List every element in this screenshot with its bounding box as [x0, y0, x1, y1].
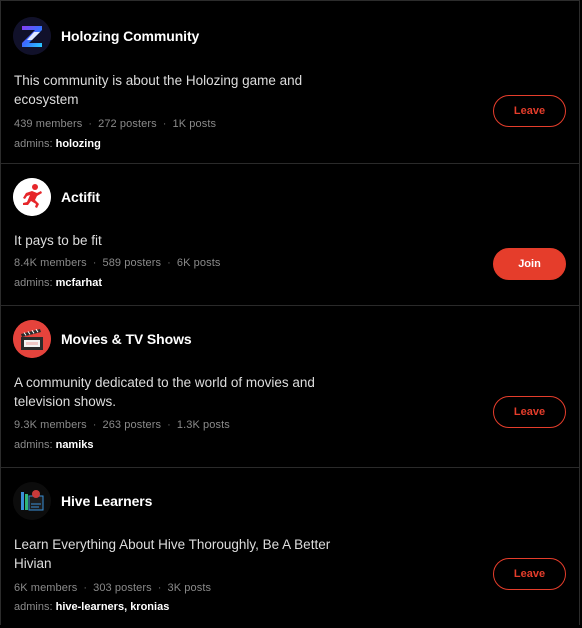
join-button[interactable]: Join: [493, 248, 566, 280]
admins-label: admins:: [14, 277, 53, 289]
community-name[interactable]: Actifit: [61, 189, 100, 205]
community-description: A community dedicated to the world of mo…: [14, 375, 315, 409]
community-name[interactable]: Hive Learners: [61, 493, 152, 509]
community-header[interactable]: Movies & TV Shows: [13, 320, 192, 358]
runner-icon[interactable]: [13, 178, 51, 216]
admin-names[interactable]: mcfarhat: [56, 277, 102, 289]
separator: ·: [92, 419, 97, 431]
books-icon[interactable]: [13, 482, 51, 520]
separator: ·: [157, 582, 162, 594]
admin-names[interactable]: hive-learners, kronias: [56, 601, 170, 613]
community-item-movies-tv: Movies & TV Shows A community dedicated …: [1, 306, 579, 468]
members-count: 9.3K members: [14, 419, 87, 431]
community-admins: admins: mcfarhat: [14, 277, 102, 289]
admin-names[interactable]: namiks: [56, 439, 94, 451]
community-stats: 9.3K members · 263 posters · 1.3K posts: [14, 419, 230, 431]
posts-count: 6K posts: [176, 257, 221, 269]
posters-count: 303 posters: [93, 582, 152, 594]
community-header[interactable]: Actifit: [13, 178, 100, 216]
posters-count: 272 posters: [98, 118, 157, 130]
community-header[interactable]: Holozing Community: [13, 17, 199, 55]
separator: ·: [167, 419, 171, 431]
separator: ·: [83, 582, 88, 594]
community-stats: 8.4K members · 589 posters · 6K posts: [14, 257, 220, 269]
ticket-icon[interactable]: [13, 320, 51, 358]
community-description: This community is about the Holozing gam…: [14, 73, 303, 107]
separator: ·: [92, 257, 97, 269]
community-header[interactable]: Hive Learners: [13, 482, 152, 520]
community-item-holozing: Holozing Community This community is abo…: [1, 1, 579, 164]
admins-label: admins:: [14, 601, 53, 613]
separator: ·: [167, 257, 171, 269]
posts-count: 1.3K posts: [176, 419, 230, 431]
community-item-hive-learners: Hive Learners Learn Everything About Hiv…: [1, 468, 579, 628]
admin-names[interactable]: holozing: [56, 138, 101, 150]
members-count: 8.4K members: [14, 257, 87, 269]
community-name[interactable]: Movies & TV Shows: [61, 331, 192, 347]
members-count: 6K members: [14, 582, 78, 594]
admins-label: admins:: [14, 439, 53, 451]
community-description: Learn Everything About Hive Thoroughly, …: [14, 537, 331, 571]
community-description: It pays to be fit: [14, 233, 102, 248]
posters-count: 589 posters: [102, 257, 162, 269]
community-item-actifit: Actifit It pays to be fit 8.4K members · 5…: [1, 164, 579, 306]
community-admins: admins: namiks: [14, 439, 94, 451]
leave-button[interactable]: Leave: [493, 95, 566, 127]
posters-count: 263 posters: [102, 419, 162, 431]
community-name[interactable]: Holozing Community: [61, 28, 199, 44]
separator: ·: [162, 118, 167, 130]
holozing-logo-icon[interactable]: [13, 17, 51, 55]
community-stats: 6K members · 303 posters · 3K posts: [14, 582, 211, 594]
leave-button[interactable]: Leave: [493, 558, 566, 590]
leave-button[interactable]: Leave: [493, 396, 566, 428]
community-admins: admins: hive-learners, kronias: [14, 601, 169, 613]
posts-count: 1K posts: [172, 118, 217, 130]
admins-label: admins:: [14, 138, 53, 150]
posts-count: 3K posts: [167, 582, 212, 594]
members-count: 439 members: [14, 118, 83, 130]
community-admins: admins: holozing: [14, 138, 101, 150]
community-list: Holozing Community This community is abo…: [0, 0, 580, 625]
community-stats: 439 members · 272 posters · 1K posts: [14, 118, 216, 130]
separator: ·: [88, 118, 93, 130]
